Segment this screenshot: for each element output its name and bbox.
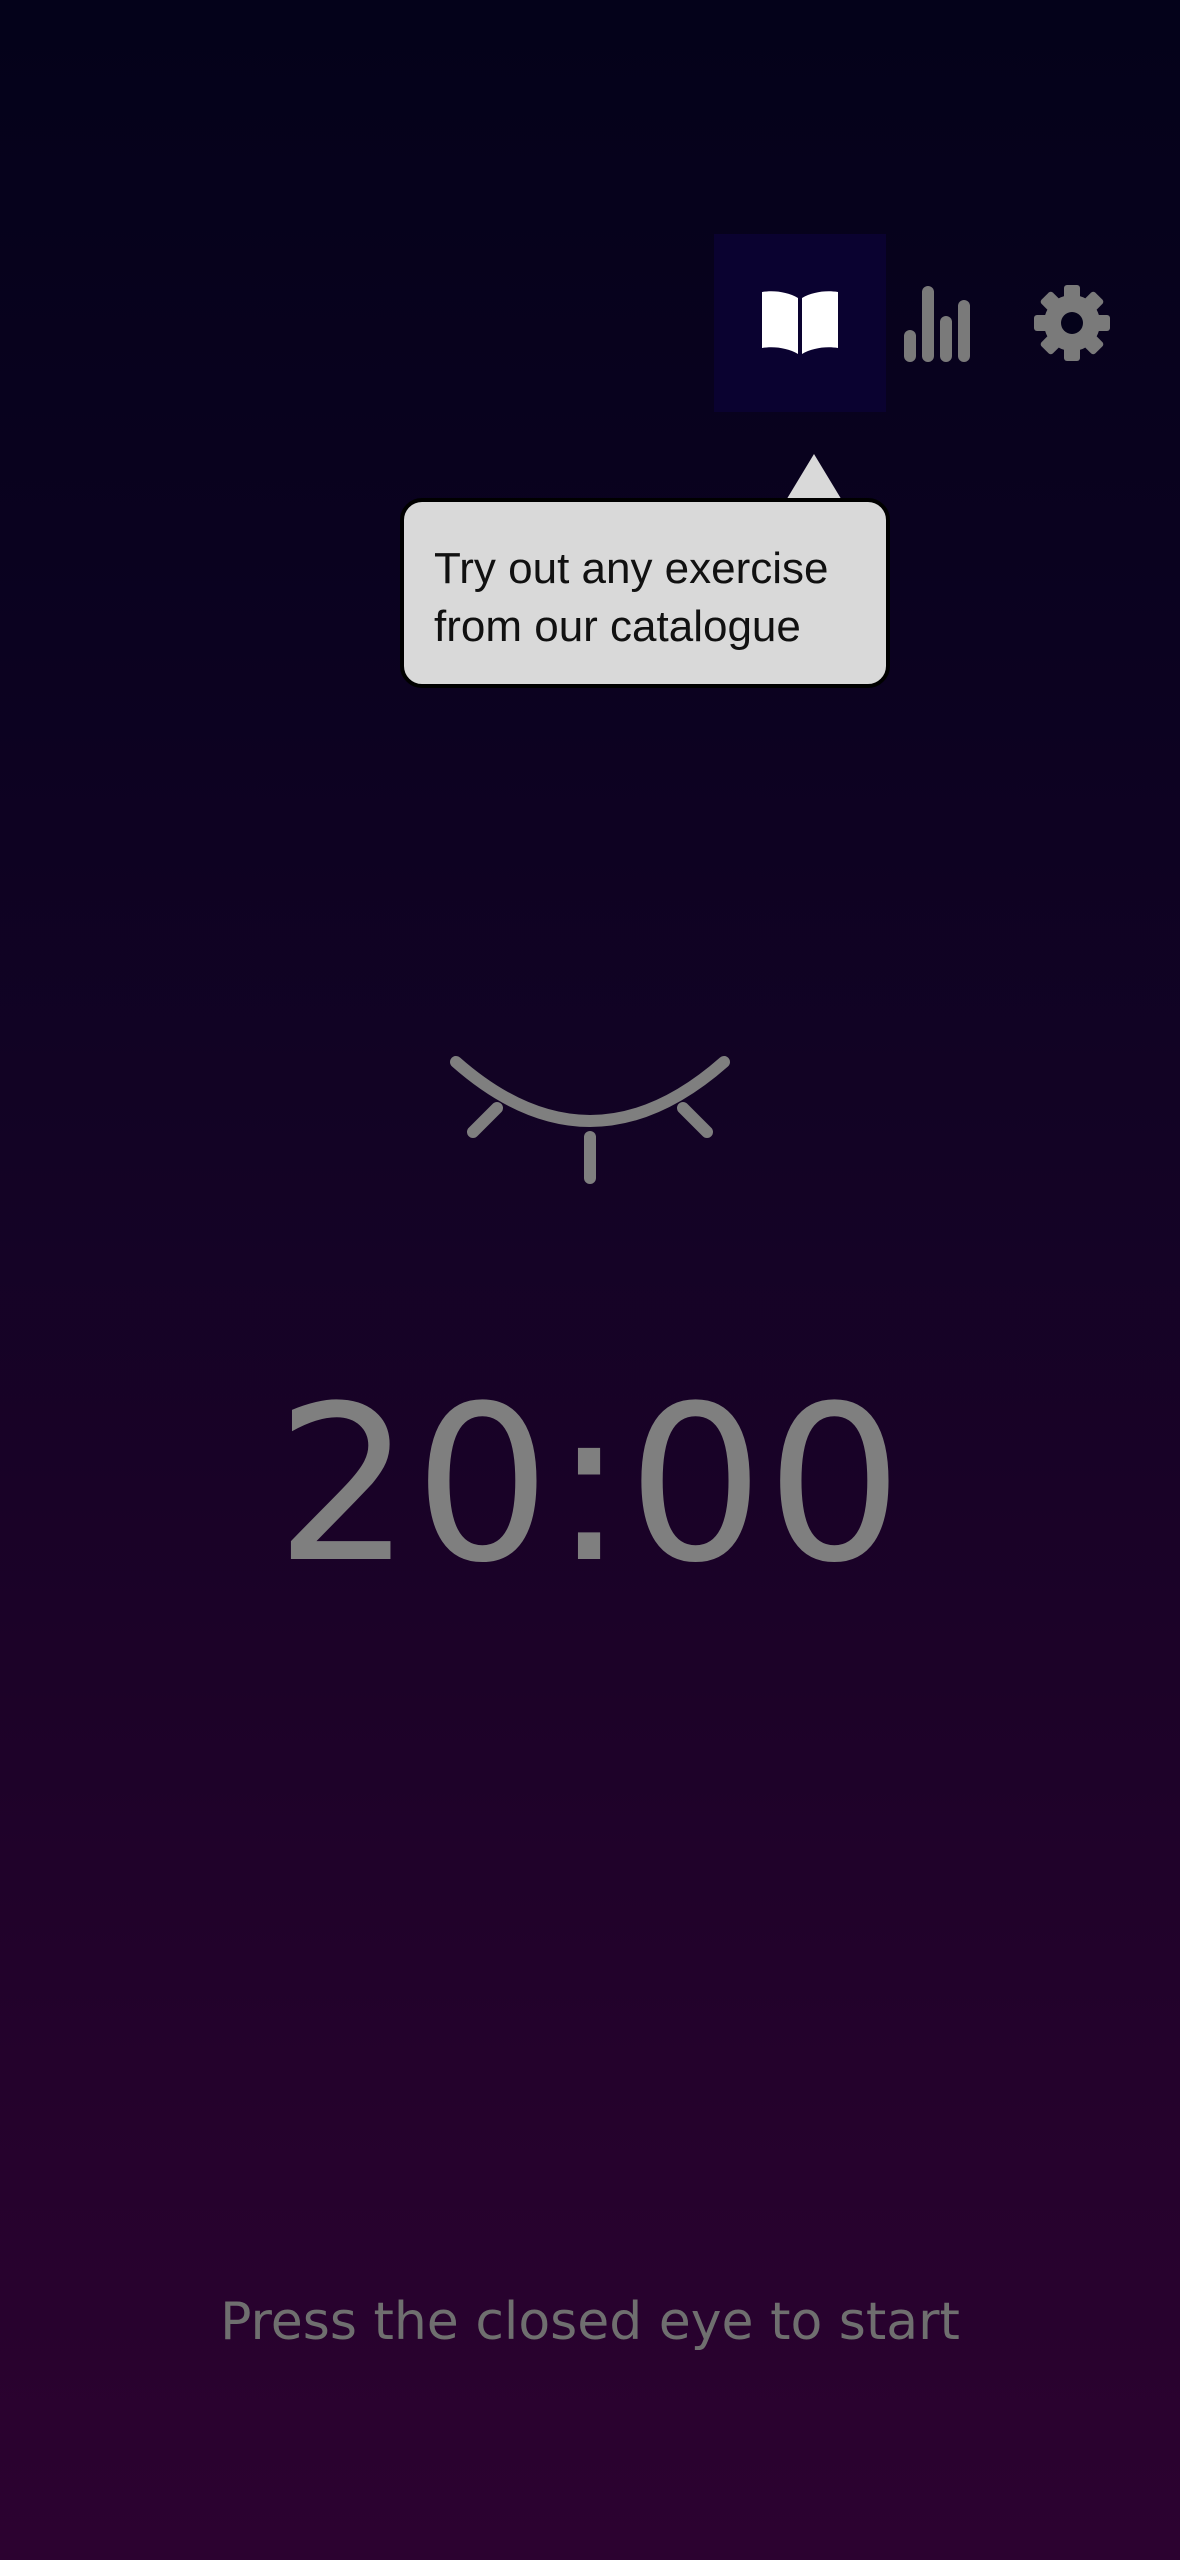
catalogue-button[interactable] [714, 234, 886, 412]
top-toolbar [714, 234, 1134, 412]
closed-eye-icon [450, 1056, 730, 1184]
statistics-button[interactable] [886, 234, 986, 412]
start-hint: Press the closed eye to start [220, 2292, 960, 2352]
tooltip-text: Try out any exercise from our catalogue [434, 544, 829, 651]
book-icon [762, 291, 838, 354]
settings-button[interactable] [1012, 234, 1132, 412]
start-eye-button[interactable] [440, 1040, 740, 1200]
timer-display: 20:00 [275, 1359, 905, 1610]
catalogue-tooltip: Try out any exercise from our catalogue [400, 498, 890, 688]
bar-chart-icon [904, 286, 970, 362]
gear-icon [1034, 285, 1110, 361]
tooltip-arrow [785, 454, 843, 502]
